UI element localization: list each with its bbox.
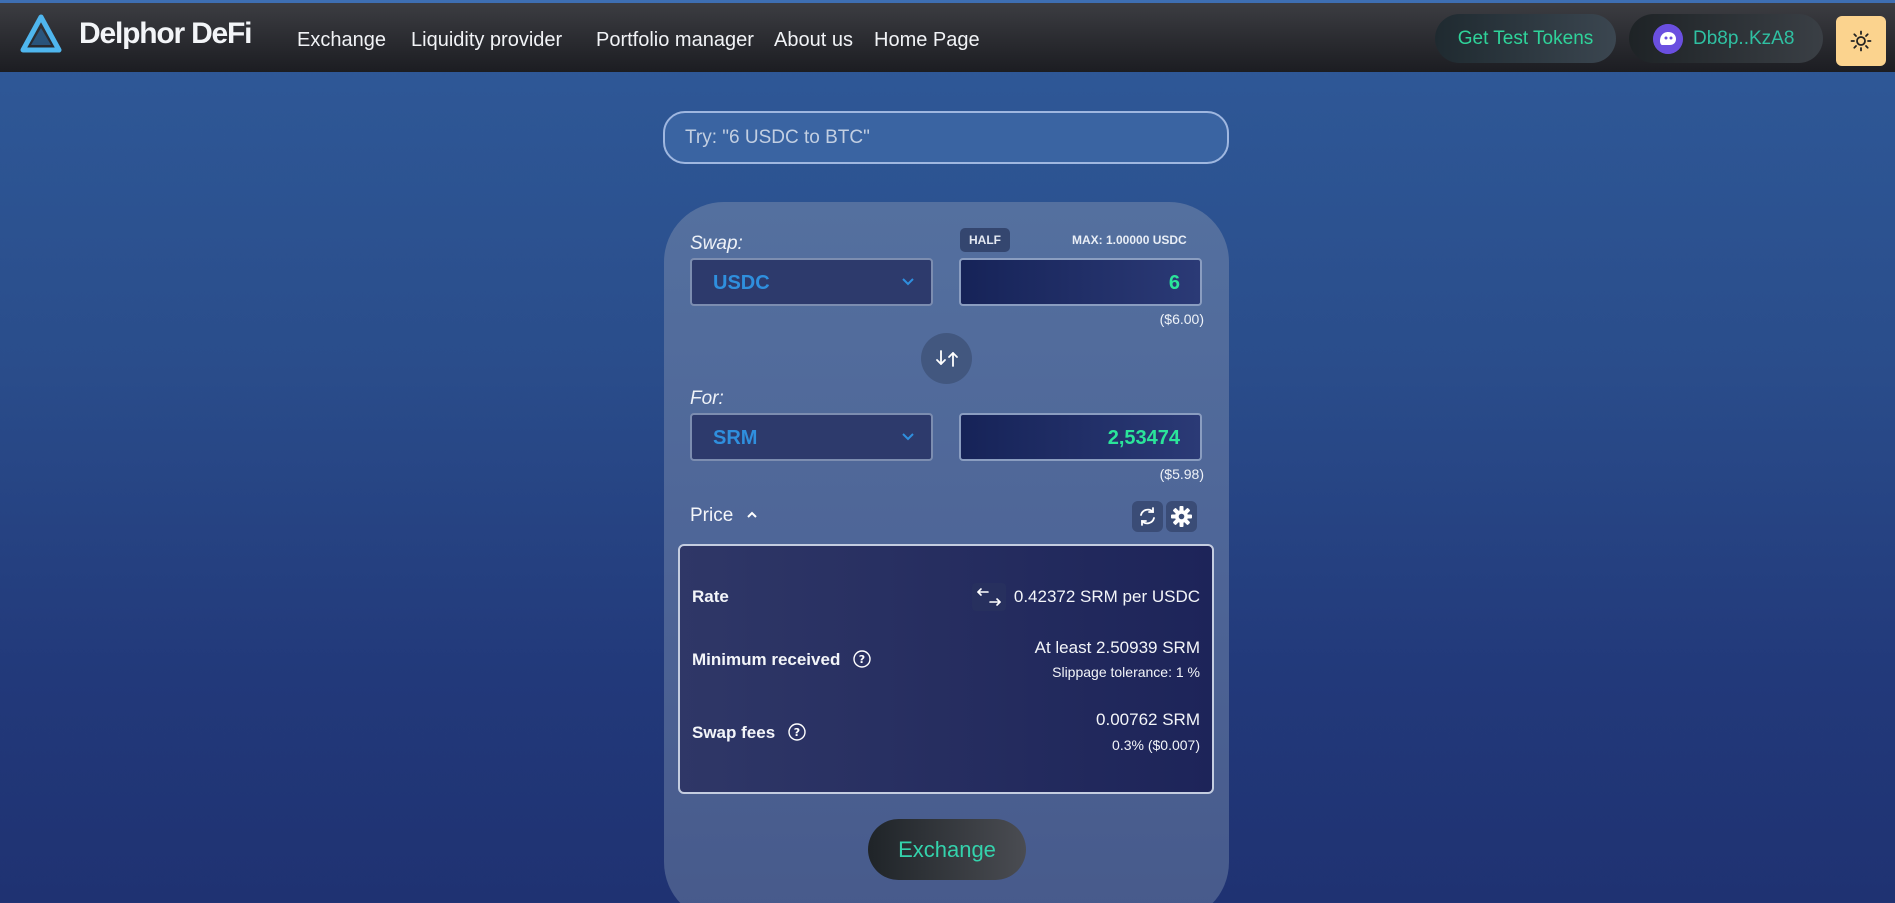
- nav-exchange[interactable]: Exchange: [297, 29, 386, 52]
- swap-direction-button[interactable]: [921, 333, 972, 384]
- search-input[interactable]: [663, 111, 1229, 164]
- chevron-down-icon: [902, 433, 914, 441]
- rate-value: 0.42372 SRM per USDC: [1013, 587, 1200, 606]
- to-token-select[interactable]: SRM: [690, 413, 933, 461]
- minimum-received-value: At least 2.50939 SRM: [1034, 638, 1200, 657]
- swap-arrows-icon: [936, 350, 958, 367]
- swap-card: Swap: HALF MAX: 1.00000 USDC USDC 6 ($6.…: [664, 202, 1229, 903]
- refresh-icon: [1140, 507, 1155, 526]
- nav-liquidity-provider[interactable]: Liquidity provider: [411, 29, 562, 52]
- from-usd-value: ($6.00): [1159, 311, 1204, 327]
- price-label: Price: [690, 505, 734, 526]
- from-amount-input[interactable]: 6: [959, 258, 1202, 306]
- slippage-tolerance: Slippage tolerance: 1 %: [1052, 664, 1200, 680]
- swap-label: Swap:: [690, 233, 743, 254]
- wallet-button[interactable]: Db8p..KzA8: [1629, 14, 1823, 63]
- wallet-address: Db8p..KzA8: [1693, 28, 1795, 49]
- to-amount-input[interactable]: 2,53474: [959, 413, 1202, 461]
- settings-button[interactable]: [1166, 501, 1197, 532]
- exchange-button[interactable]: Exchange: [868, 819, 1026, 880]
- sun-icon: [1850, 30, 1872, 52]
- max-button[interactable]: MAX: 1.00000 USDC: [1072, 233, 1187, 247]
- minimum-received-label: Minimum received: [692, 650, 841, 669]
- nav-home-page[interactable]: Home Page: [874, 29, 980, 52]
- for-label: For:: [690, 388, 724, 409]
- delphor-logo-icon[interactable]: [20, 14, 62, 54]
- chevron-up-icon: [746, 511, 757, 518]
- swap-fees-detail: 0.3% ($0.007): [1112, 737, 1200, 753]
- minimum-received-row: Minimum received ?: [692, 650, 871, 670]
- help-icon[interactable]: ?: [788, 723, 806, 741]
- chevron-down-icon: [902, 278, 914, 286]
- nav-portfolio-manager[interactable]: Portfolio manager: [596, 29, 754, 52]
- theme-toggle-button[interactable]: [1836, 16, 1886, 66]
- refresh-button[interactable]: [1132, 501, 1163, 532]
- from-amount-value: 6: [1168, 272, 1180, 294]
- price-details-panel: Rate 0.42372 SRM per USDC Minimum receiv…: [678, 544, 1214, 794]
- nav-about-us[interactable]: About us: [774, 29, 853, 52]
- swap-fees-value: 0.00762 SRM: [1096, 710, 1200, 729]
- get-test-tokens-button[interactable]: Get Test Tokens: [1435, 14, 1616, 63]
- swap-horizontal-icon: [977, 588, 1001, 606]
- rate-label: Rate: [692, 587, 729, 606]
- invert-rate-button[interactable]: [971, 583, 1006, 611]
- rate-row-value: 0.42372 SRM per USDC: [971, 583, 1200, 611]
- gear-icon: [1171, 506, 1192, 527]
- half-button[interactable]: HALF: [960, 228, 1010, 252]
- brand-name[interactable]: Delphor DeFi: [79, 17, 252, 51]
- help-icon[interactable]: ?: [853, 650, 871, 668]
- price-toggle[interactable]: Price: [690, 505, 759, 527]
- top-nav-bar: Delphor DeFi Exchange Liquidity provider…: [0, 0, 1895, 72]
- to-amount-value: 2,53474: [1107, 427, 1180, 449]
- to-token-value: SRM: [713, 427, 758, 449]
- phantom-wallet-icon: [1653, 24, 1683, 54]
- from-token-select[interactable]: USDC: [690, 258, 933, 306]
- svg-text:?: ?: [859, 653, 865, 666]
- swap-fees-label: Swap fees: [692, 723, 776, 742]
- to-usd-value: ($5.98): [1159, 466, 1204, 482]
- swap-fees-row: Swap fees ?: [692, 723, 806, 743]
- svg-text:?: ?: [794, 726, 800, 739]
- from-token-value: USDC: [713, 272, 770, 294]
